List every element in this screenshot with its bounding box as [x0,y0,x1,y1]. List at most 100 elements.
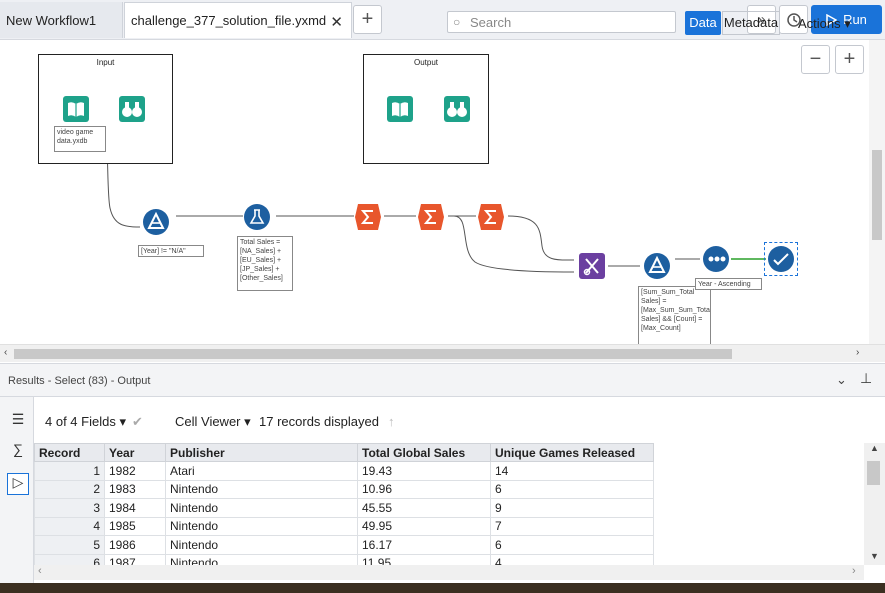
column-header[interactable]: Publisher [165,443,358,462]
container-title: Input [96,58,115,67]
append-tool[interactable] [579,253,605,279]
cell: 49.95 [357,516,491,536]
tab-label: challenge_377_solution_file.yxmd [131,13,327,28]
cell: Nintendo [165,516,358,536]
data-tab[interactable]: Data [685,11,721,35]
results-title: Results - Select (83) - Output [8,375,151,387]
scroll-thumb[interactable] [14,349,732,359]
actions-dropdown[interactable]: Actions ▾ [798,16,851,32]
results-header: Results - Select (83) - Output ⌄ ⊥ [0,363,885,397]
column-header[interactable]: Unique Games Released [490,443,654,462]
search-input[interactable]: ○ Search [447,11,676,33]
cell: 5 [34,535,105,555]
pin-icon[interactable]: ⊥ [860,370,872,387]
tag-icon[interactable]: ▷ [7,473,29,495]
tab-challenge-377[interactable]: challenge_377_solution_file.yxmd ✕ [124,2,352,38]
fields-selector[interactable]: 4 of 4 Fields ▾ [45,414,126,430]
column-header[interactable]: Record [34,443,105,462]
cell: 4 [34,516,105,536]
canvas-horizontal-scrollbar[interactable]: ‹ › [0,344,885,362]
tab-label: New Workflow1 [6,12,97,28]
cell: 1984 [104,498,166,518]
os-taskbar [0,583,885,593]
cell: 1 [34,461,105,481]
cell: 2 [34,479,105,499]
summarize-tool-1[interactable] [355,204,381,230]
scroll-up-icon[interactable]: ▲ [870,443,879,453]
close-icon[interactable]: ✕ [330,13,343,31]
tab-new-workflow1[interactable]: New Workflow1 [0,2,123,38]
filter-tool-2[interactable] [644,253,670,279]
scroll-thumb[interactable] [867,461,880,485]
book-icon [387,96,413,122]
scroll-down-icon[interactable]: ▼ [870,551,879,561]
filter-tool[interactable] [143,209,169,235]
cell: 1982 [104,461,166,481]
output-container[interactable]: Output [363,54,489,164]
browse-tool[interactable] [119,96,145,122]
table-row[interactable]: 4 1985 Nintendo 49.95 7 [34,516,654,536]
cell: Nintendo [165,479,358,499]
input-file-annotation: video game data.yxdb [54,126,106,152]
flask-icon [244,204,270,230]
summarize-tool-2[interactable] [418,204,444,230]
table-row[interactable]: 2 1983 Nintendo 10.96 6 [34,479,654,499]
new-tab-button[interactable]: + [353,5,382,34]
cell-viewer-dropdown[interactable]: Cell Viewer ▾ [175,414,251,430]
cell: 9 [490,498,654,518]
scroll-left-icon[interactable]: ‹ [4,347,7,358]
filter2-annotation: [Sum_Sum_Total Sales] = [Max_Sum_Sum_Tot… [638,286,711,345]
select-icon [768,246,794,272]
arrow-up-icon[interactable]: ↑ [388,414,395,429]
column-header[interactable]: Year [104,443,166,462]
records-displayed: 17 records displayed [259,414,379,429]
cell: 3 [34,498,105,518]
column-header[interactable]: Total Global Sales [357,443,491,462]
cell: 14 [490,461,654,481]
table-row[interactable]: 3 1984 Nintendo 45.55 9 [34,498,654,518]
scissors-icon [579,253,605,279]
sigma-icon [418,204,444,230]
table-row[interactable]: 5 1986 Nintendo 16.17 6 [34,535,654,555]
scroll-right-icon[interactable]: › [856,347,859,358]
table-horizontal-scrollbar[interactable]: ‹ › [34,565,864,580]
table-view-icon[interactable]: ☰ [7,411,29,433]
metadata-tab[interactable]: Metadata [722,11,780,35]
cell: 16.17 [357,535,491,555]
sort-annotation: Year - Ascending [695,278,762,290]
results-toolbar: 4 of 4 Fields ▾ ✔ Cell Viewer ▾ 17 recor… [34,397,885,439]
cell: Nintendo [165,498,358,518]
formula-tool[interactable] [244,204,270,230]
table-row[interactable]: 1 1982 Atari 19.43 14 [34,461,654,481]
checkmark-icon[interactable]: ✔ [132,414,143,430]
sigma-icon [478,204,504,230]
filter-annotation: [Year] != "N/A" [138,245,204,257]
scroll-left-icon[interactable]: ‹ [38,565,42,577]
cell: 1983 [104,479,166,499]
search-placeholder: Search [470,15,512,30]
sigma-icon [355,204,381,230]
cell: 1985 [104,516,166,536]
summary-icon[interactable]: ∑ [7,441,29,463]
workflow-canvas[interactable]: − + Input Output video game data.yxdb [Y… [0,40,885,345]
book-icon [63,96,89,122]
formula-annotation: Total Sales = [NA_Sales] + [EU_Sales] + … [237,236,293,291]
filter-icon [644,253,670,279]
cell: 10.96 [357,479,491,499]
output-input-tool[interactable] [387,96,413,122]
scroll-thumb[interactable] [872,150,882,240]
results-side-rail: ☰ ∑ ▷ [0,397,34,583]
cell: Nintendo [165,535,358,555]
filter-icon [143,209,169,235]
cell: 6 [490,535,654,555]
select-tool[interactable] [764,242,798,276]
input-data-tool[interactable] [63,96,89,122]
chevron-down-icon[interactable]: ⌄ [836,372,847,388]
summarize-tool-3[interactable] [478,204,504,230]
canvas-vertical-scrollbar[interactable] [869,40,885,345]
sort-tool[interactable] [703,246,729,272]
scroll-right-icon[interactable]: › [852,565,856,577]
cell: 19.43 [357,461,491,481]
output-browse-tool[interactable] [444,96,470,122]
table-vertical-scrollbar[interactable]: ▲ ▼ [864,443,885,565]
